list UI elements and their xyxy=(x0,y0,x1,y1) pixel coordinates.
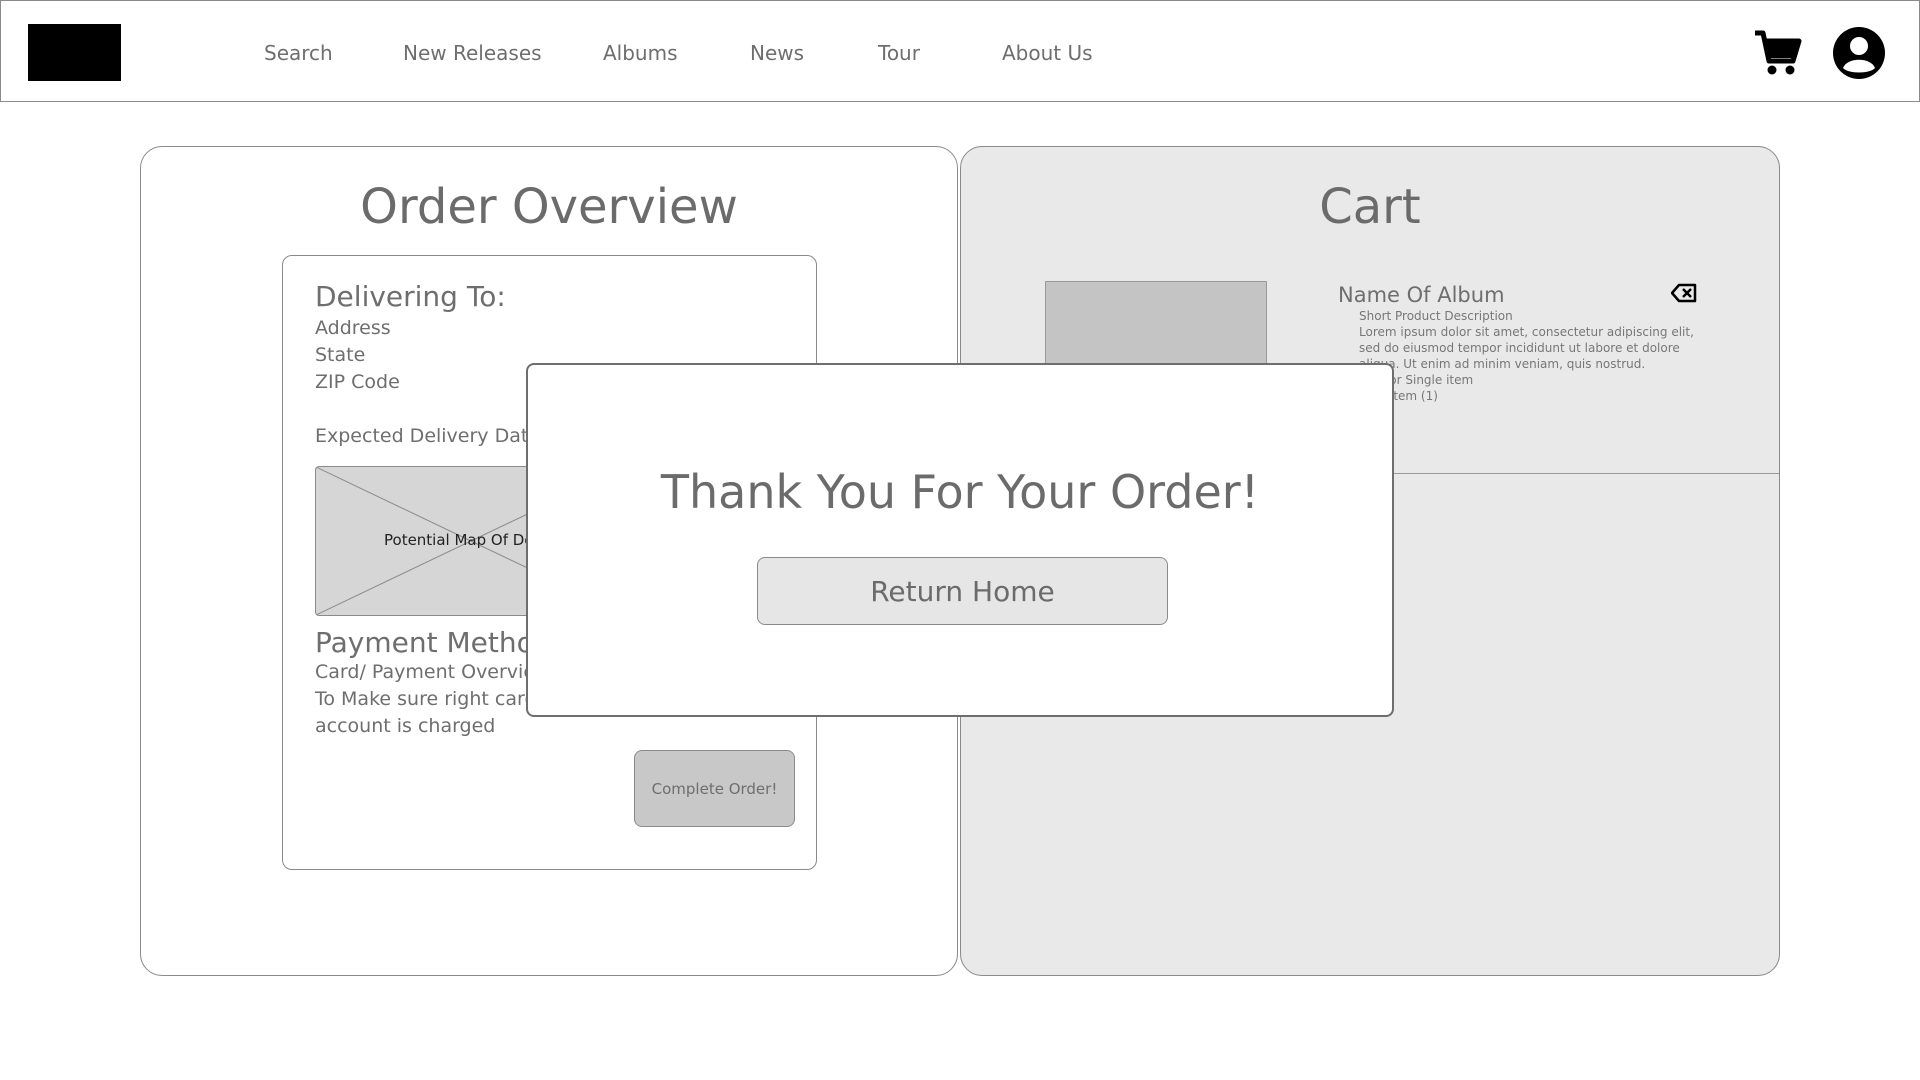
return-home-button[interactable]: Return Home xyxy=(757,557,1168,625)
description-line: aliqua. Ut enim ad minim veniam, quis no… xyxy=(1359,357,1646,371)
state-text: State xyxy=(315,344,366,366)
nav-tour[interactable]: Tour xyxy=(878,41,920,65)
order-confirmation-modal: Thank You For Your Order! Return Home xyxy=(526,363,1394,717)
payment-line-3: account is charged xyxy=(315,715,496,737)
cart-title: Cart xyxy=(1319,179,1421,235)
top-navigation-bar: Search New Releases Albums News Tour Abo… xyxy=(0,0,1920,102)
payment-line-2: To Make sure right card xyxy=(315,688,537,710)
album-name: Name Of Album xyxy=(1338,283,1505,307)
expected-delivery-date: Expected Delivery Date xyxy=(315,425,541,447)
address-text: Address xyxy=(315,317,391,339)
nav-albums[interactable]: Albums xyxy=(603,41,678,65)
nav-about-us[interactable]: About Us xyxy=(1002,41,1093,65)
short-description: Short Product Description xyxy=(1359,309,1513,323)
description-line: sed do eiusmod tempor incididunt ut labo… xyxy=(1359,341,1680,355)
nav-news[interactable]: News xyxy=(750,41,804,65)
payment-method-heading: Payment Method xyxy=(315,626,552,659)
nav-search[interactable]: Search xyxy=(264,41,333,65)
thank-you-title: Thank You For Your Order! xyxy=(660,465,1260,519)
payment-line-1: Card/ Payment Overview xyxy=(315,661,551,683)
nav-new-releases[interactable]: New Releases xyxy=(403,41,542,65)
user-circle-icon[interactable] xyxy=(1831,25,1887,81)
description-line: Lorem ipsum dolor sit amet, consectetur … xyxy=(1359,325,1694,339)
backspace-icon[interactable] xyxy=(1670,283,1697,303)
zip-code-text: ZIP Code xyxy=(315,371,400,393)
map-label: Potential Map Of De xyxy=(384,531,534,549)
shopping-cart-icon[interactable] xyxy=(1749,25,1805,81)
logo[interactable] xyxy=(28,24,121,81)
delivering-to-heading: Delivering To: xyxy=(315,280,506,313)
complete-order-button[interactable]: Complete Order! xyxy=(634,750,795,827)
order-overview-title: Order Overview xyxy=(360,179,738,235)
